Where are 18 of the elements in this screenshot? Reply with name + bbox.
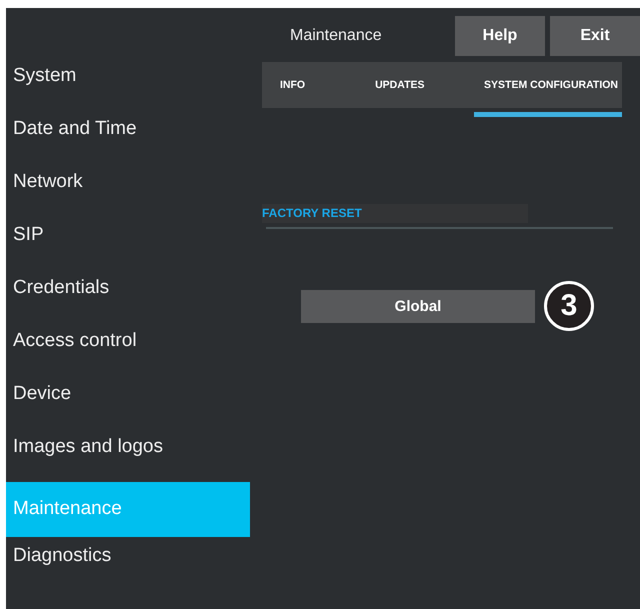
tab[interactable]: SYSTEM CONFIGURATION bbox=[474, 62, 622, 117]
sidebar-item[interactable]: Date and Time bbox=[6, 111, 250, 164]
header-button[interactable]: Exit bbox=[550, 16, 640, 56]
tab[interactable]: UPDATES bbox=[365, 62, 434, 113]
sidebar-item[interactable]: Access control bbox=[6, 323, 250, 376]
sidebar-item[interactable]: Diagnostics bbox=[6, 538, 250, 591]
sidebar-item[interactable]: System bbox=[6, 58, 250, 111]
section-title: FACTORY RESET bbox=[262, 204, 528, 223]
page-title: Maintenance bbox=[290, 27, 383, 45]
global-button[interactable]: Global bbox=[301, 290, 535, 322]
sidebar-item[interactable]: Device bbox=[6, 376, 250, 429]
sidebar-item[interactable]: Network bbox=[6, 164, 250, 217]
sidebar-item[interactable]: Credentials bbox=[6, 270, 250, 323]
sidebar-item[interactable]: SIP bbox=[6, 217, 250, 270]
callout-number: 3 bbox=[544, 281, 594, 331]
sidebar-item[interactable]: Images and logos bbox=[6, 429, 250, 482]
tab[interactable]: INFO bbox=[262, 62, 316, 113]
header-button[interactable]: Help bbox=[455, 16, 545, 56]
